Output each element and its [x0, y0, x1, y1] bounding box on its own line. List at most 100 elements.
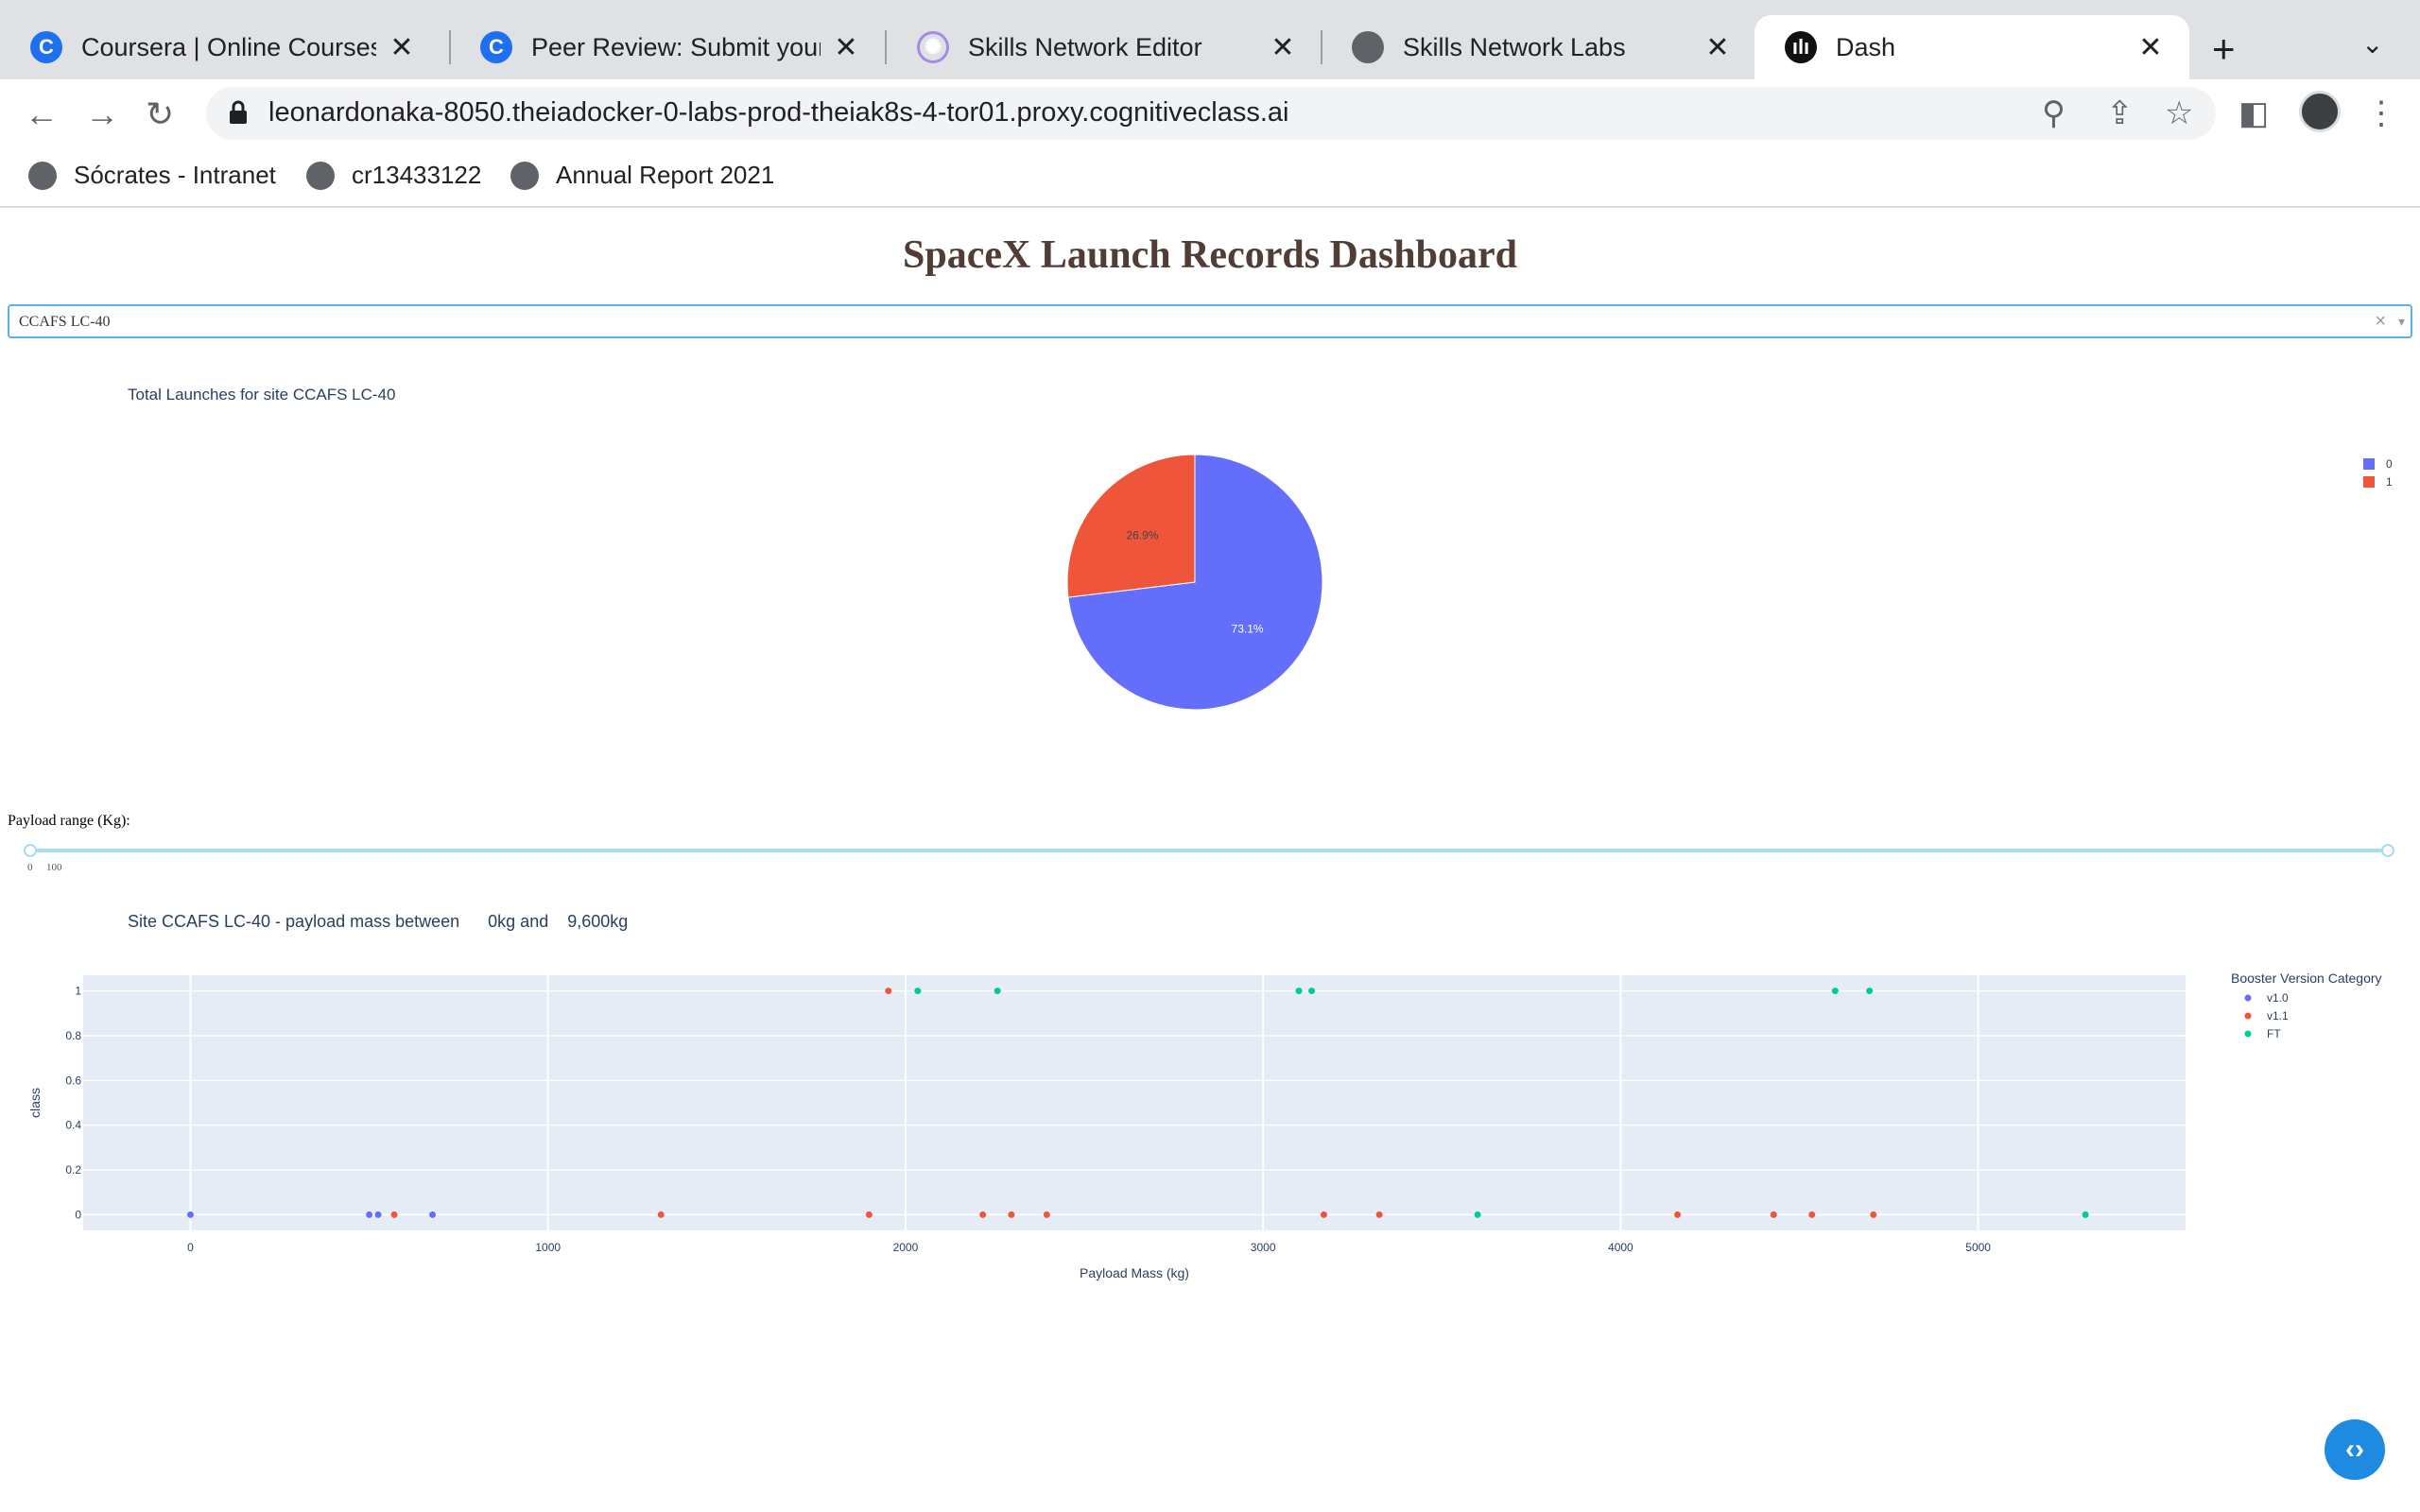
data-point-FT [1295, 988, 1303, 995]
legend-swatch [2363, 458, 2375, 470]
legend-item-FT: FT [2267, 1027, 2281, 1040]
lock-icon[interactable] [229, 100, 248, 125]
bookmark-annual-report[interactable]: Annual Report 2021 [510, 161, 774, 190]
pie-data-label: 26.9% [1126, 529, 1158, 542]
clear-icon[interactable]: × [2375, 311, 2386, 333]
coursera-icon: C [480, 31, 512, 63]
tab-skills-network-labs[interactable]: Skills Network Labs ✕ [1322, 15, 1756, 79]
data-point-v1.1 [1375, 1211, 1383, 1218]
legend-label: 1 [2386, 475, 2393, 489]
globe-icon [306, 161, 335, 190]
y-axis-label: class [27, 1088, 43, 1118]
y-tick-label: 0.8 [65, 1029, 81, 1042]
tab-dash[interactable]: ılı Dash ✕ [1754, 15, 2189, 79]
plot-area [83, 975, 2186, 1230]
data-point-v1.1 [657, 1211, 665, 1218]
globe-icon [510, 161, 539, 190]
dash-devtools-button[interactable]: ‹› [2325, 1419, 2385, 1480]
close-icon[interactable]: ✕ [2136, 31, 2165, 64]
data-point-FT [1474, 1211, 1481, 1218]
reload-icon[interactable]: ↻ [146, 94, 174, 134]
bookmarks-bar: Sócrates - Intranet cr13433122 Annual Re… [0, 147, 2420, 208]
legend-marker [2244, 1030, 2252, 1038]
menu-dots-icon[interactable]: ⋮ [2365, 94, 2397, 132]
dash-icon: ılı [1785, 31, 1817, 63]
legend-swatch [2363, 476, 2375, 488]
tab-peer-review[interactable]: C Peer Review: Submit your Work ✕ [450, 15, 885, 79]
dash-page: SpaceX Launch Records Dashboard CCAFS LC… [0, 210, 2420, 1512]
bookmark-socrates[interactable]: Sócrates - Intranet [28, 161, 276, 190]
tab-search-chevron-icon[interactable]: ⌄ [2361, 28, 2383, 60]
legend-label: 0 [2386, 457, 2393, 471]
pie-legend-item[interactable]: 1 [2363, 475, 2393, 489]
bookmark-label: Annual Report 2021 [556, 161, 775, 189]
x-tick-label: 5000 [1965, 1241, 1991, 1254]
data-point-FT [994, 988, 1001, 995]
data-point-FT [1831, 988, 1839, 995]
data-point-v1.1 [1674, 1211, 1682, 1218]
bookmark-label: cr13433122 [352, 161, 482, 189]
tab-title: Peer Review: Submit your Work [531, 32, 821, 61]
y-tick-label: 0 [75, 1208, 81, 1221]
skills-network-editor-icon: ✺ [917, 31, 949, 63]
data-point-v1.0 [429, 1211, 437, 1218]
payload-scatter-chart[interactable]: 0 1000 2000 3000 4000 5000 0 0.2 0.4 0.6 0.8 1 Paylo… [0, 954, 2420, 1295]
data-point-FT [914, 988, 922, 995]
close-icon[interactable]: ✕ [388, 31, 416, 64]
site-dropdown[interactable]: CCAFS LC-40 × ▾ [8, 304, 2412, 338]
x-tick-label: 2000 [893, 1241, 919, 1254]
close-icon[interactable]: ✕ [1269, 31, 1297, 64]
pie-chart-title: Total Launches for site CCAFS LC-40 [128, 386, 396, 404]
new-tab-plus-icon[interactable]: + [2212, 26, 2236, 72]
forward-arrow-icon[interactable]: → [85, 94, 119, 134]
x-tick-label: 0 [187, 1241, 194, 1254]
payload-slider-max-handle[interactable] [2381, 844, 2394, 857]
legend-marker [2244, 1012, 2252, 1020]
x-tick-label: 4000 [1608, 1241, 1634, 1254]
pie-legend-item[interactable]: 0 [2363, 457, 2393, 471]
bookmark-label: Sócrates - Intranet [74, 161, 276, 189]
close-icon[interactable]: ✕ [1703, 31, 1732, 64]
url-text[interactable]: leonardonaka-8050.theiadocker-0-labs-pro… [268, 97, 1289, 129]
pie-data-label: 73.1% [1232, 622, 1264, 635]
legend-item-v1.1: v1.1 [2267, 1009, 2289, 1022]
data-point-FT [2082, 1211, 2089, 1218]
bookmark-cr13433122[interactable]: cr13433122 [306, 161, 481, 190]
side-panel-icon[interactable]: ◧ [2238, 94, 2269, 132]
tab-strip: C Coursera | Online Courses & Credential… [0, 0, 2420, 79]
tab-skills-network-editor[interactable]: ✺ Skills Network Editor ✕ [887, 15, 1322, 79]
tab-title: Skills Network Editor [968, 32, 1202, 61]
data-point-v1.0 [366, 1211, 373, 1218]
bookmark-star-icon[interactable]: ☆ [2165, 94, 2193, 132]
page-title: SpaceX Launch Records Dashboard [903, 233, 1517, 277]
legend-item-v1.0: v1.0 [2267, 991, 2289, 1005]
slider-mark: 0 [27, 862, 33, 873]
avatar[interactable] [2299, 91, 2341, 132]
close-icon[interactable]: ✕ [832, 31, 860, 64]
data-point-v1.0 [186, 1211, 194, 1218]
data-point-v1.1 [390, 1211, 398, 1218]
success-pie-chart[interactable]: 73.1% 26.9% [1059, 446, 1361, 748]
x-tick-label: 1000 [535, 1241, 561, 1254]
slider-mark: 100 [46, 862, 62, 873]
x-axis-label: Payload Mass (kg) [1080, 1265, 1189, 1280]
coursera-icon: C [30, 31, 62, 63]
globe-icon [28, 161, 57, 190]
data-point-v1.0 [374, 1211, 382, 1218]
tab-title: Coursera | Online Courses & Credentials [81, 32, 376, 61]
pie-slice-1 [1066, 454, 1196, 598]
tab-coursera[interactable]: C Coursera | Online Courses & Credential… [0, 15, 441, 79]
y-tick-label: 0.2 [65, 1163, 81, 1177]
legend-marker [2244, 994, 2252, 1002]
chevron-down-icon[interactable]: ▾ [2398, 314, 2405, 330]
payload-slider-min-handle[interactable] [24, 844, 37, 857]
zoom-icon[interactable]: ⚲ [2042, 94, 2066, 132]
share-icon[interactable]: ⇪ [2106, 94, 2134, 132]
payload-slider-track[interactable] [30, 849, 2388, 852]
y-tick-label: 0.4 [65, 1119, 81, 1132]
legend-title: Booster Version Category [2231, 971, 2382, 986]
back-arrow-icon[interactable]: ← [25, 94, 59, 134]
tab-title: Dash [1836, 32, 1896, 61]
data-point-v1.1 [1320, 1211, 1327, 1218]
payload-range-label: Payload range (Kg): [8, 813, 130, 829]
